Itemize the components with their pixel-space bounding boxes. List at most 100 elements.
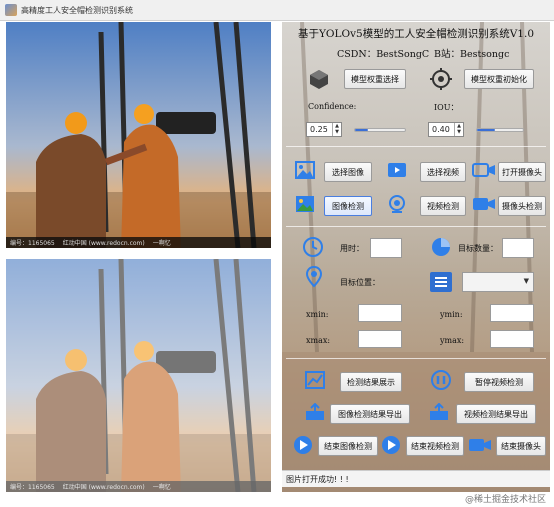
export-image-results-label: 图像检测结果导出 xyxy=(338,409,402,419)
camera-detect-button[interactable]: 摄像头检测 xyxy=(498,196,546,216)
ymin-label: ymin: xyxy=(440,310,463,319)
app-title: 基于YOLOv5模型的工人安全帽检测识别系统V1.0 xyxy=(297,28,534,40)
spin-arrows-icon[interactable]: ▲ ▼ xyxy=(332,123,341,136)
camera-detect-icon xyxy=(472,194,496,214)
section-divider xyxy=(286,358,546,359)
control-panel: 基于YOLOv5模型的工人安全帽检测识别系统V1.0 CSDN：BestSong… xyxy=(282,22,550,492)
select-image-button[interactable]: 选择图像 xyxy=(324,162,372,182)
iou-value: 0.40 xyxy=(432,125,450,134)
xmax-label: xmax: xyxy=(306,336,331,345)
list-icon xyxy=(430,272,452,292)
end-image-detection-button[interactable]: 结束图像检测 xyxy=(318,436,378,456)
video-detect-button[interactable]: 视频检测 xyxy=(420,196,466,216)
result-image-view: 编号：1165065 红动中国 (www.redocn.com) 一啊忆 xyxy=(6,259,271,492)
select-model-weights-label: 模型权重选择 xyxy=(351,74,399,84)
workers-photo-result xyxy=(6,259,271,492)
workers-photo-original xyxy=(6,22,271,248)
iou-slider-fill xyxy=(477,129,496,131)
window-title: 高精度工人安全帽检测识别系统 xyxy=(21,5,133,15)
webcam-icon xyxy=(386,194,408,214)
status-message: 图片打开成功! ! ! xyxy=(286,474,349,484)
export-image-results-button[interactable]: 图像检测结果导出 xyxy=(330,404,410,424)
juejin-watermark: @稀土掘金技术社区 xyxy=(464,495,546,505)
camera-icon xyxy=(472,160,496,180)
init-model-weights-button[interactable]: 模型权重初始化 xyxy=(464,69,534,89)
select-video-button[interactable]: 选择视频 xyxy=(420,162,466,182)
time-field xyxy=(370,238,402,258)
init-model-weights-label: 模型权重初始化 xyxy=(471,74,527,84)
cube-icon xyxy=(308,68,330,90)
section-divider xyxy=(286,226,546,227)
window-titlebar: 高精度工人安全帽检测识别系统 xyxy=(0,0,554,21)
end-video-detection-label: 结束视频检测 xyxy=(411,441,459,451)
caption-site: 红动中国 (www.redocn.com) xyxy=(62,484,145,491)
export-image-icon xyxy=(304,402,326,422)
confidence-slider[interactable] xyxy=(354,128,406,132)
image-caption-bar: 编号：1165065 红动中国 (www.redocn.com) 一啊忆 xyxy=(6,481,271,492)
pause-icon xyxy=(430,370,452,390)
app-icon xyxy=(5,4,17,16)
target-count-field xyxy=(502,238,534,258)
csdn-credit: CSDN：BestSongC xyxy=(337,49,430,60)
caption-id: 编号：1165065 xyxy=(10,240,55,247)
pie-icon xyxy=(430,236,452,258)
time-label: 用时： xyxy=(340,244,364,253)
target-position-label: 目标位置： xyxy=(340,278,380,287)
location-pin-icon xyxy=(304,266,324,288)
select-image-label: 选择图像 xyxy=(332,167,364,177)
original-image-view: 编号：1165065 红动中国 (www.redocn.com) 一啊忆 xyxy=(6,22,271,248)
stop-video-icon xyxy=(380,434,402,456)
end-image-detection-label: 结束图像检测 xyxy=(324,441,372,451)
confidence-slider-fill xyxy=(355,129,368,131)
target-icon xyxy=(430,68,452,90)
ymax-label: ymax: xyxy=(440,336,465,345)
show-results-button[interactable]: 检测结果展示 xyxy=(340,372,402,392)
caption-site: 红动中国 (www.redocn.com) xyxy=(62,240,145,247)
open-camera-button[interactable]: 打开摄像头 xyxy=(498,162,546,182)
section-divider xyxy=(286,146,546,147)
ymin-field xyxy=(490,304,534,322)
caption-author: 一啊忆 xyxy=(152,484,171,491)
pause-video-label: 暂停视频检测 xyxy=(475,377,523,387)
end-camera-button[interactable]: 结束摄像头 xyxy=(496,436,546,456)
bilibili-credit: B站：Bestsongc xyxy=(434,49,510,60)
clock-icon xyxy=(302,236,324,258)
target-select-combobox[interactable]: ▼ xyxy=(462,272,534,292)
image-caption-bar: 编号：1165065 红动中国 (www.redocn.com) 一啊忆 xyxy=(6,237,271,248)
end-video-detection-button[interactable]: 结束视频检测 xyxy=(406,436,464,456)
image-detect-button[interactable]: 图像检测 xyxy=(324,196,372,216)
video-icon xyxy=(386,160,408,180)
pause-video-button[interactable]: 暂停视频检测 xyxy=(464,372,534,392)
image-detect-icon xyxy=(294,194,316,214)
iou-spinbox[interactable]: 0.40 ▲ ▼ xyxy=(428,122,464,137)
xmin-label: xmin: xyxy=(306,310,329,319)
ymax-field xyxy=(490,330,534,348)
open-camera-label: 打开摄像头 xyxy=(502,167,542,177)
stop-camera-icon xyxy=(468,434,492,456)
select-model-weights-button[interactable]: 模型权重选择 xyxy=(344,69,406,89)
confidence-label: Confidence: xyxy=(308,102,357,111)
camera-detect-label: 摄像头检测 xyxy=(502,201,542,211)
end-camera-label: 结束摄像头 xyxy=(501,441,541,451)
iou-slider[interactable] xyxy=(476,128,524,132)
select-video-label: 选择视频 xyxy=(427,167,459,177)
export-video-results-button[interactable]: 视频检测结果导出 xyxy=(456,404,536,424)
confidence-spinbox[interactable]: 0.25 ▲ ▼ xyxy=(306,122,342,137)
caption-id: 编号：1165065 xyxy=(10,484,55,491)
video-detect-label: 视频检测 xyxy=(427,201,459,211)
xmax-field xyxy=(358,330,402,348)
confidence-value: 0.25 xyxy=(310,125,328,134)
status-bar: 图片打开成功! ! ! xyxy=(282,470,550,487)
chart-icon xyxy=(304,370,326,390)
image-detect-label: 图像检测 xyxy=(332,201,364,211)
show-results-label: 检测结果展示 xyxy=(347,377,395,387)
iou-label: IOU： xyxy=(434,103,459,112)
image-icon xyxy=(294,160,316,180)
target-count-label: 目标数量： xyxy=(458,244,498,253)
export-video-icon xyxy=(428,402,450,422)
xmin-field xyxy=(358,304,402,322)
stop-image-icon xyxy=(292,434,314,456)
export-video-results-label: 视频检测结果导出 xyxy=(464,409,528,419)
caption-author: 一啊忆 xyxy=(152,240,171,247)
spin-arrows-icon[interactable]: ▲ ▼ xyxy=(454,123,463,136)
